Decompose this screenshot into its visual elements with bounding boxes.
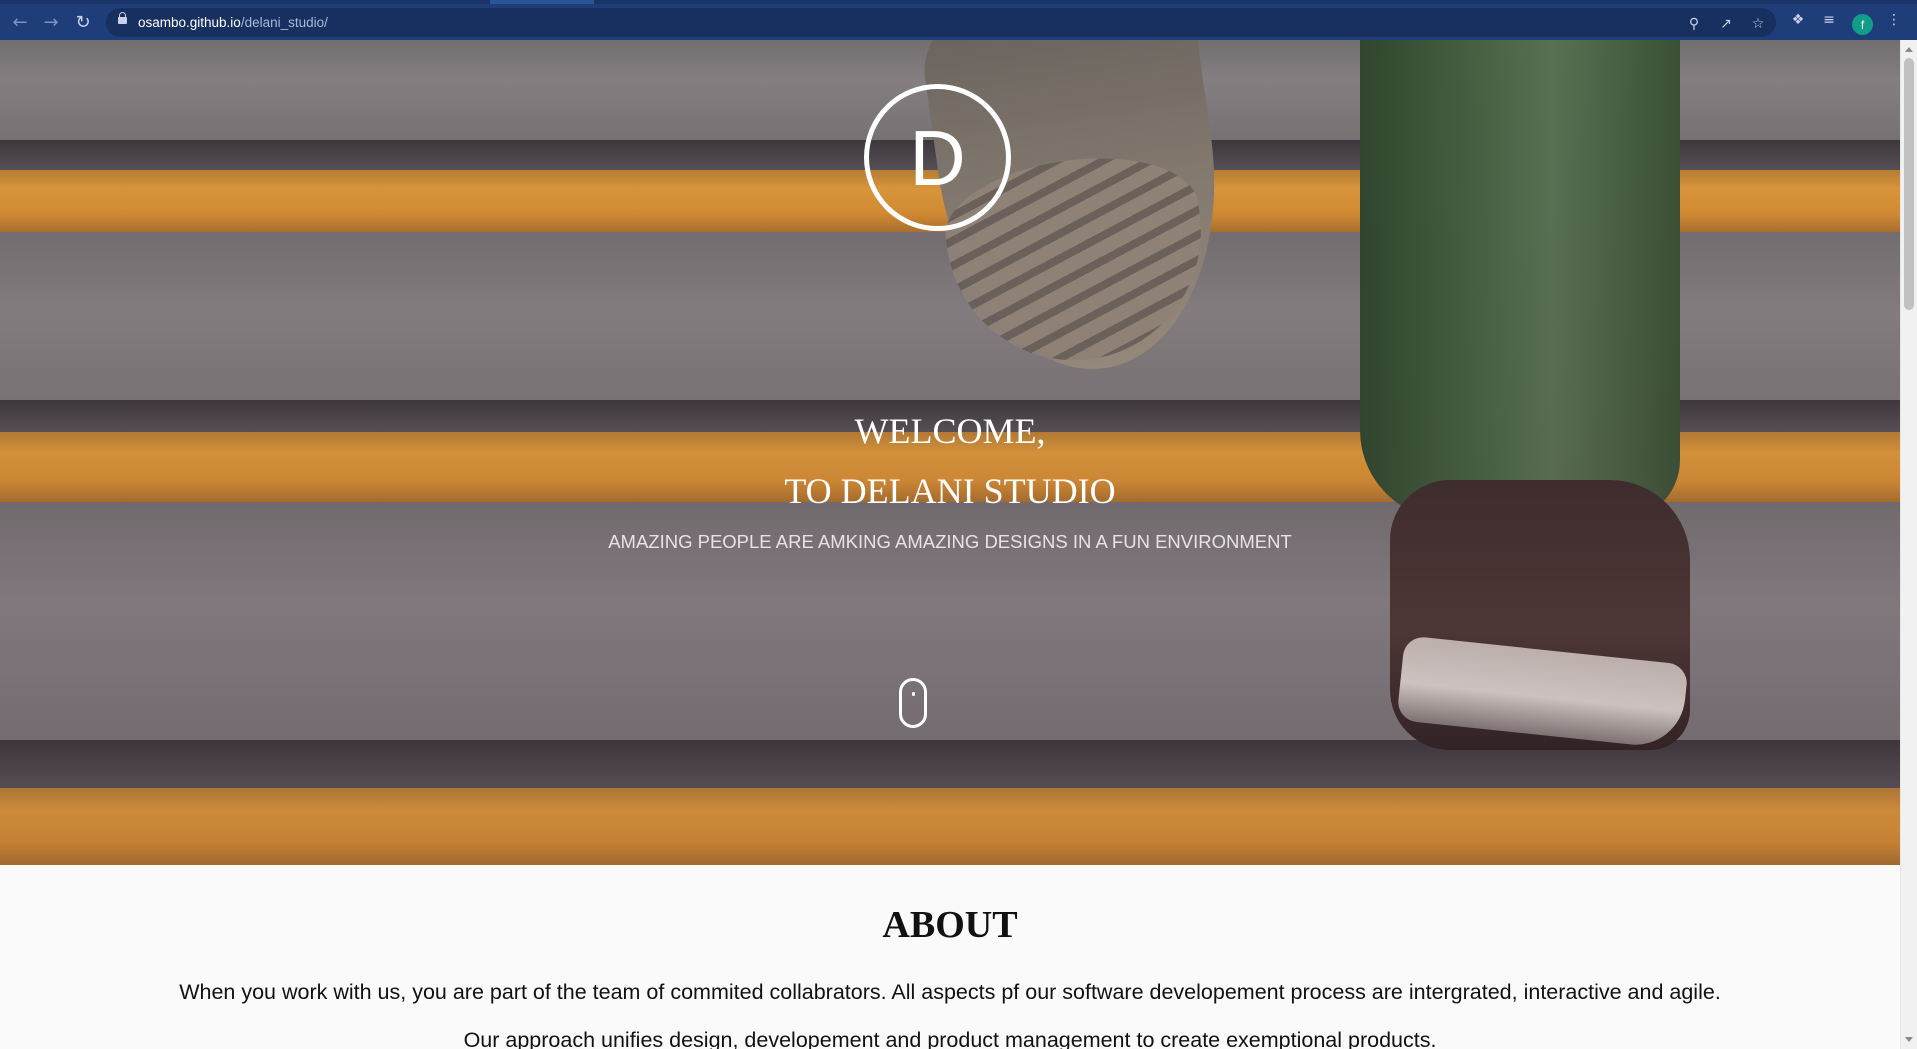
studio-logo: D (864, 84, 1011, 231)
bookmark-star-icon[interactable]: ☆ (1746, 12, 1770, 36)
about-paragraph-line2: Our approach unifies design, developemen… (463, 1028, 1437, 1049)
url-text[interactable]: osambo.github.io/delani_studio/ (138, 8, 328, 37)
url-path: /delani_studio/ (240, 15, 328, 30)
browser-toolbar: ← → ↻ osambo.github.io/delani_studio/ ⚲ … (0, 0, 1917, 40)
share-icon[interactable]: ↗ (1714, 12, 1738, 36)
page-viewport: D WELCOME, TO DELANI STUDIO AMAZING PEOP… (0, 40, 1900, 1049)
scroll-up-arrow-icon[interactable] (1905, 47, 1913, 52)
logo-letter: D (909, 113, 966, 202)
hero-title-line1: WELCOME, (854, 411, 1046, 451)
hero-title-line2: TO DELANI STUDIO (784, 471, 1116, 511)
navigation-bar: ← → ↻ osambo.github.io/delani_studio/ ⚲ … (0, 4, 1917, 40)
about-paragraph-line1: When you work with us, you are part of t… (179, 980, 1721, 1004)
zoom-icon[interactable]: ⚲ (1682, 12, 1706, 36)
about-title: ABOUT (882, 904, 1018, 946)
extensions-icon[interactable]: ❖ (1786, 8, 1810, 32)
page-scrollbar[interactable] (1900, 40, 1917, 1049)
hero-section: D WELCOME, TO DELANI STUDIO AMAZING PEOP… (0, 40, 1900, 865)
scroll-down-mouse-icon[interactable] (899, 678, 927, 728)
back-icon[interactable]: ← (6, 8, 34, 36)
scroll-down-arrow-icon[interactable] (1905, 1037, 1913, 1042)
forward-icon[interactable]: → (37, 8, 65, 36)
address-bar[interactable]: osambo.github.io/delani_studio/ ⚲ ↗ ☆ (106, 8, 1776, 37)
url-host: osambo.github.io (138, 15, 241, 30)
hero-subtitle: AMAZING PEOPLE ARE AMKING AMAZING DESIGN… (608, 531, 1292, 552)
scrollbar-thumb[interactable] (1904, 58, 1914, 310)
lock-icon[interactable] (118, 12, 127, 24)
reload-icon[interactable]: ↻ (69, 8, 97, 36)
browser-menu-icon[interactable]: ⋮ (1882, 8, 1906, 32)
profile-avatar[interactable]: f (1852, 14, 1873, 35)
reading-list-icon[interactable]: ≡ (1817, 8, 1841, 32)
